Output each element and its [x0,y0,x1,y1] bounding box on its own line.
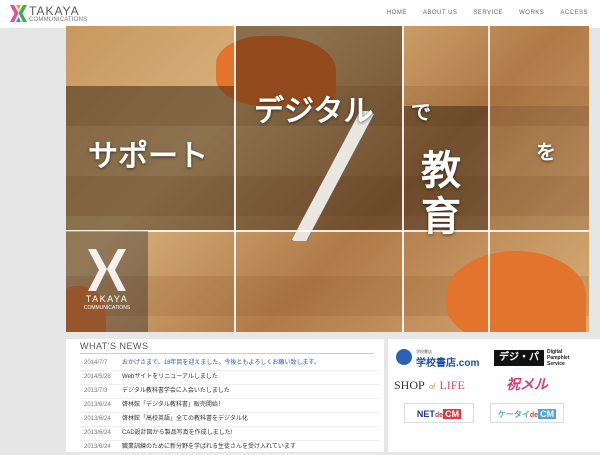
news-date: 2013/6/24 [84,416,111,422]
nav-access[interactable]: ACCESS [560,10,588,16]
hero-text-iku: 育 [421,195,461,239]
netde-b: de [434,412,444,419]
logo-name: TAKAYA [29,4,80,18]
news-title: WHAT'S NEWS [80,341,149,351]
news-date: 2013/7/3 [84,388,108,394]
shop-label: SHOP [394,378,425,392]
iwaimeru-label: 祝メル [506,376,548,392]
news-date: 2013/6/24 [84,444,111,450]
hero-text-digital: デジタル [254,95,374,128]
news-text: Webサイトをリニューアルしました [122,374,218,380]
logo-mark-icon [88,249,126,291]
keitai-de-cm-banner[interactable]: ケータイde CM [490,403,564,423]
keitai-c: CM [538,409,557,419]
takaya-badge: TAKAYA COMMUNICATIONS [66,231,148,332]
hero-text-de: で [411,102,431,124]
hero-tile [489,106,589,230]
news-text: デジタル教科書学会に入会いたしました [122,388,230,394]
news-item[interactable]: 2014/7/7 おかげさまで、18年目を迎えました。今後ともよろしくお願い致し… [80,357,380,371]
shop-of-label: of [429,384,435,391]
logo-mark-icon [10,5,27,22]
ruler-icon [291,111,375,241]
gakkou-emblem-icon [396,349,412,365]
news-item[interactable]: 2013/6/24 啓林館「デジタル教科書」販売開始！ [80,399,380,413]
grid-line [402,26,404,332]
life-label: LIFE [439,378,465,392]
badge-subtitle: COMMUNICATIONS [83,305,131,311]
news-text: 啓林館「高校英語」全ての教科書をデジタル化 [122,416,248,422]
nav-service[interactable]: SERVICE [473,10,503,16]
digipan-banner[interactable]: デジ・パン Digital Pamphlet Service [494,349,586,379]
news-list: 2014/7/7 おかげさまで、18年目を迎えました。今後ともよろしくお願い致し… [80,357,380,455]
gakkou-shoten-banner[interactable]: 学校書店 学校書店.com [396,349,488,373]
nav-home[interactable]: HOME [387,10,407,16]
news-text: 啓林館「デジタル教科書」販売開始！ [122,402,224,408]
keitai-b: de [529,412,539,419]
grid-line [488,26,490,332]
news-item[interactable]: 2013/6/24 啓林館「高校英語」全ての教科書をデジタル化 [80,413,380,427]
nav-about-us[interactable]: ABOUT US [423,10,458,16]
site-logo[interactable]: TAKAYA COMMUNICATIONS [10,4,90,25]
news-date: 2013/6/24 [84,430,111,436]
news-divider [80,353,374,354]
service-banners: 学校書店 学校書店.com デジ・パン Digital Pamphlet Ser… [388,339,600,452]
hero-text-support: サポート [88,140,208,173]
news-item[interactable]: 2013/6/24 職業訓練のために新分野を学ばれる生徒さんを受け入れています [80,441,380,455]
keitai-a: ケータイ [497,410,530,419]
netde-a: NET [416,409,435,419]
nav-works[interactable]: WORKS [519,10,544,16]
header: TAKAYA COMMUNICATIONS HOME ABOUT US SERV… [0,0,600,28]
news-item[interactable]: 2013/6/24 CAD設計図から製品写真を作成しました! [80,427,380,441]
news-text: CAD設計図から製品写真を作成しました! [122,430,233,436]
shop-of-life-banner[interactable]: SHOP of LIFE [394,376,490,398]
news-section: WHAT'S NEWS 2014/7/7 おかげさまで、18年目を迎えました。今… [66,339,384,455]
news-date: 2014/7/7 [84,360,108,366]
iwaimeru-banner[interactable]: 祝メル [506,374,576,396]
netde-c: CM [443,409,462,419]
news-date: 2013/6/24 [84,402,111,408]
grid-line [234,26,236,332]
gakkou-label: 学校書店.com [416,358,480,369]
news-text: おかげさまで、18年目を迎えました。今後ともよろしくお願い致します。 [122,360,320,366]
main-nav: HOME ABOUT US SERVICE WORKS ACCESS [387,10,588,16]
news-item[interactable]: 2014/5/28 Webサイトをリニューアルしました [80,371,380,385]
orange-chair-shape [446,251,586,332]
news-date: 2014/5/28 [84,374,111,380]
net-de-cm-banner[interactable]: NETde CM [404,403,474,423]
logo-subtitle: COMMUNICATIONS [29,17,88,23]
hero-text-wo: を [536,142,556,164]
digipan-sub-3: Service [547,361,565,367]
digipan-label: デジ・パン [494,350,544,379]
news-item[interactable]: 2013/7/3 デジタル教科書学会に入会いたしました [80,385,380,399]
badge-name: TAKAYA [85,294,129,304]
news-text: 職業訓練のために新分野を学ばれる生徒さんを受け入れています [122,444,296,450]
